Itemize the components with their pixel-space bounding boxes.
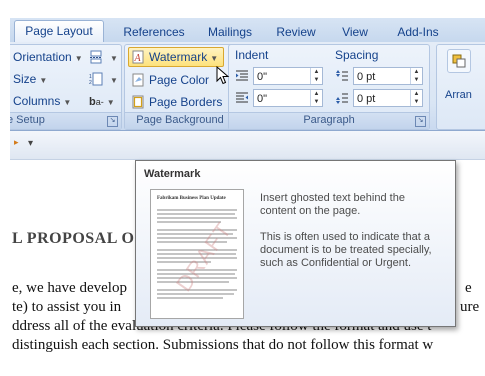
tooltip-desc-line-5: such as Confidential or Urgent.	[260, 257, 412, 269]
chevron-down-icon: ▼	[110, 76, 118, 85]
hyphenation-a-icon: a-	[95, 97, 104, 107]
spacing-after-icon	[336, 93, 348, 104]
watermark-button[interactable]: A Watermark ▼	[128, 47, 224, 67]
tooltip-desc-line-2: content on the page.	[260, 205, 361, 217]
arrow-marker-icon: ▸	[14, 137, 19, 147]
spacing-after-field[interactable]: 0 pt ▲ ▼	[353, 89, 423, 107]
tab-references[interactable]: References	[114, 22, 194, 42]
indent-left-value: 0"	[257, 71, 268, 83]
tooltip-desc-line-3: This is often used to indicate that a	[260, 231, 430, 243]
chevron-down-icon: ▼	[74, 54, 83, 63]
word-window: Page Layout References Mailings Review V…	[10, 0, 485, 376]
arrange-label[interactable]: Arran	[445, 85, 472, 105]
page-color-button[interactable]: Page Color	[131, 70, 209, 90]
page-color-label: Page Color	[149, 73, 210, 87]
tab-add-ins[interactable]: Add-Ins	[392, 22, 444, 42]
customize-toolbar-icon[interactable]: ▾	[28, 138, 33, 149]
indent-right-field[interactable]: 0" ▲ ▼	[253, 89, 323, 107]
page-borders-button[interactable]: Page Borders	[131, 92, 222, 112]
spacing-before-field[interactable]: 0 pt ▲ ▼	[353, 67, 423, 85]
line-numbers-button[interactable]: 1 2 ▼	[89, 69, 118, 89]
page-color-icon	[132, 73, 144, 87]
position-button[interactable]	[447, 49, 471, 73]
watermark-preview-thumbnail: Fabrikam Business Plan Update DRAFT	[150, 189, 244, 319]
hyphenation-icon: b	[89, 96, 96, 108]
ribbon: Orientation ▼ Size ▼ Columns ▼ ▼ 1 2 ▼ ba- ▼ e…	[10, 42, 485, 131]
chevron-down-icon: ▼	[39, 76, 48, 85]
indent-right-icon	[236, 92, 248, 103]
breaks-button[interactable]: ▼	[89, 47, 118, 67]
columns-label: Columns	[13, 94, 61, 108]
document-line-2-end: ure	[460, 299, 480, 315]
chevron-down-icon: ▼	[110, 54, 118, 63]
position-icon	[452, 54, 466, 68]
chevron-down-icon: ▼	[210, 54, 219, 63]
indent-left-field[interactable]: 0" ▲ ▼	[253, 67, 323, 85]
document-line-1: e, we have develop	[12, 280, 127, 296]
orientation-label: Orientation	[13, 50, 72, 64]
chevron-down-icon: ▼	[63, 98, 72, 107]
group-arrange: Arran	[436, 44, 485, 130]
tab-page-layout[interactable]: Page Layout	[14, 20, 104, 43]
spacing-before-value: 0 pt	[357, 71, 376, 83]
spacing-after-value: 0 pt	[357, 93, 376, 105]
watermark-icon: A	[132, 50, 144, 64]
paragraph-group-label: Paragraph	[229, 112, 429, 129]
tooltip-title: Watermark	[144, 168, 201, 180]
tab-mailings[interactable]: Mailings	[198, 22, 262, 42]
indent-heading: Indent	[235, 48, 269, 62]
size-button[interactable]: Size ▼	[13, 69, 47, 89]
watermark-tooltip: Watermark Fabrikam Business Plan Update …	[135, 160, 456, 327]
breaks-icon	[90, 50, 102, 64]
document-line-1-end: e	[465, 280, 472, 296]
document-line-2: te) to assist you in	[12, 299, 122, 315]
tooltip-desc-line-4: document is to be treated specially,	[260, 244, 432, 256]
watermark-label: Watermark	[149, 50, 208, 64]
page-borders-icon	[132, 95, 144, 109]
svg-text:2: 2	[89, 80, 92, 86]
spin-arrows-icon[interactable]: ▲ ▼	[310, 90, 322, 106]
size-label: Size	[13, 72, 37, 86]
page-setup-launcher-icon[interactable]: ↘	[107, 116, 118, 127]
svg-text:A: A	[134, 53, 142, 64]
mouse-pointer-icon	[216, 66, 230, 85]
tab-view[interactable]: View	[338, 22, 372, 42]
tab-review[interactable]: Review	[272, 22, 320, 42]
indent-left-icon	[236, 70, 248, 81]
paragraph-launcher-icon[interactable]: ↘	[415, 116, 426, 127]
toolbar-strip: ▸ ▾	[10, 131, 485, 160]
page-setup-group-label: e Setup	[10, 112, 121, 129]
group-paragraph: Indent Spacing 0" ▲ ▼ 0" ▲ ▼ 0 pt ▲ ▼ 0 pt …	[228, 44, 430, 130]
tooltip-desc-line-1: Insert ghosted text behind the	[260, 192, 405, 204]
spacing-heading: Spacing	[335, 48, 379, 62]
page-background-group-label: Page Background	[125, 112, 235, 129]
page-borders-label: Page Borders	[149, 95, 223, 109]
group-page-background: A Watermark ▼ Page Color Page Borders Page…	[124, 44, 236, 130]
columns-button[interactable]: Columns ▼	[13, 91, 71, 111]
chevron-down-icon: ▼	[106, 98, 115, 107]
spacing-before-icon	[336, 70, 348, 81]
hyphenation-button[interactable]: ba- ▼	[89, 91, 115, 111]
spin-arrows-icon[interactable]: ▲ ▼	[410, 90, 422, 106]
orientation-button[interactable]: Orientation ▼	[13, 47, 83, 67]
spin-arrows-icon[interactable]: ▲ ▼	[310, 68, 322, 84]
line-numbers-icon: 12	[89, 72, 103, 86]
document-heading: L PROPOSAL O	[12, 230, 135, 247]
group-page-setup: Orientation ▼ Size ▼ Columns ▼ ▼ 1 2 ▼ ba- ▼ e…	[10, 44, 122, 130]
document-line-4: distinguish each section. Submissions th…	[12, 337, 434, 353]
indent-right-value: 0"	[257, 93, 268, 105]
spin-arrows-icon[interactable]: ▲ ▼	[410, 68, 422, 84]
ribbon-tabs: Page Layout References Mailings Review V…	[10, 18, 485, 43]
